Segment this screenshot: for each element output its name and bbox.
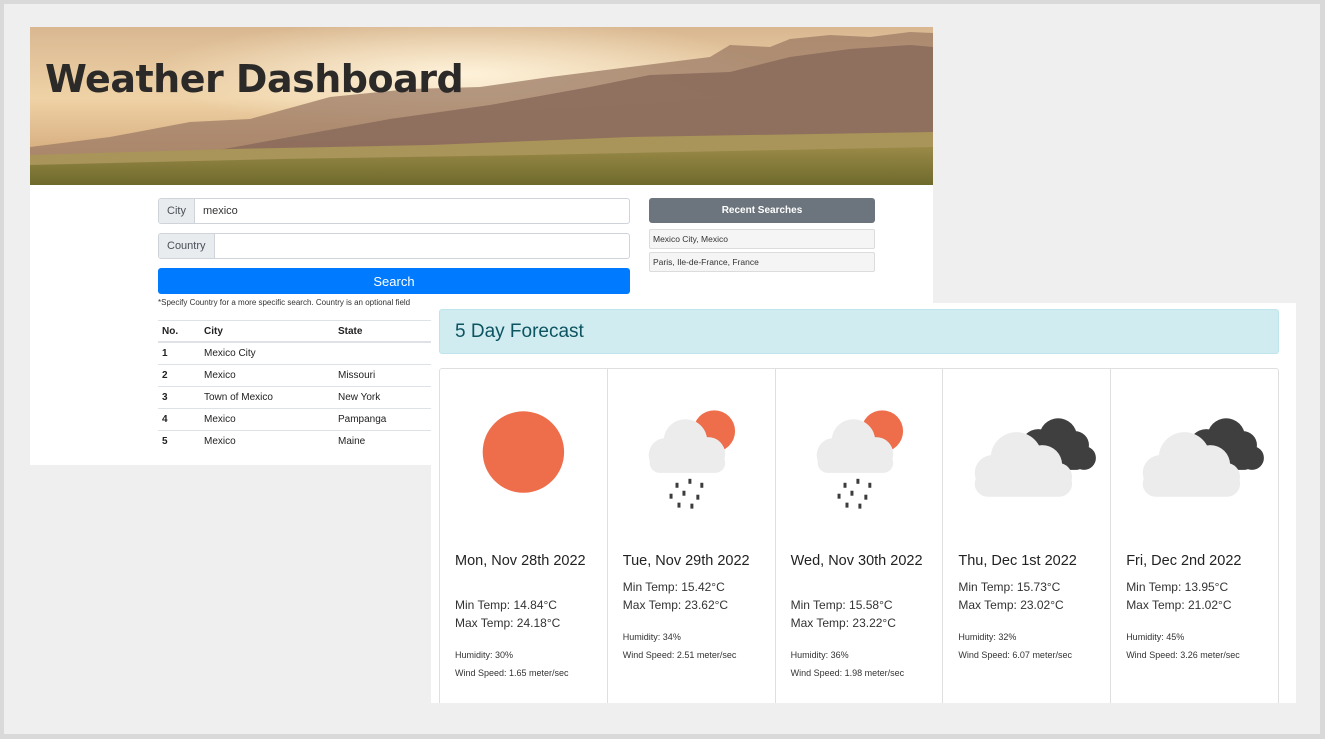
row-state: Missouri [334,364,428,387]
forecast-card: Wed, Nov 30th 2022 Min Temp: 15.58°C Max… [776,369,944,703]
page-title: Weather Dashboard [45,57,464,101]
row-number: 4 [158,408,200,431]
row-number: 5 [158,430,200,452]
forecast-details: Humidity: 36% Wind Speed: 1.98 meter/sec [791,646,905,682]
clouds-icon [975,418,1097,497]
wind-speed: Wind Speed: 3.26 meter/sec [1126,650,1240,660]
forecast-temps: Min Temp: 14.84°C Max Temp: 24.18°C [455,596,560,632]
forecast-temps: Min Temp: 13.95°C Max Temp: 21.02°C [1126,578,1231,614]
wind-speed: Wind Speed: 2.51 meter/sec [622,650,737,660]
max-temp: Max Temp: 21.02°C [1126,598,1232,612]
max-temp: Max Temp: 23.02°C [958,598,1064,612]
table-row[interactable]: 1 Mexico City M [158,341,445,365]
table-row[interactable]: 2 Mexico Missouri U [158,364,445,387]
min-temp: Min Temp: 14.84°C [455,598,557,612]
landscape-image [30,27,933,185]
country-input[interactable] [215,234,629,258]
min-temp: Min Temp: 15.58°C [790,598,893,612]
clouds-icon [1142,418,1265,497]
recent-search-item[interactable]: Paris, Ile-de-France, France [649,252,875,272]
row-state: New York [334,386,428,409]
hero-banner: Weather Dashboard [30,27,933,185]
row-state: Maine [334,430,428,452]
column-header: State [334,320,428,343]
row-city: Mexico City [200,341,334,365]
humidity: Humidity: 30% [455,650,514,660]
max-temp: Max Temp: 23.62°C [622,598,729,612]
table-row[interactable]: 5 Mexico Maine U [158,430,445,452]
city-label: City [159,199,195,223]
min-temp: Min Temp: 15.42°C [622,580,725,594]
country-label: Country [159,234,215,258]
rain-sun-icon [648,410,735,509]
forecast-card: Tue, Nov 29th 2022 Min Temp: 15.42°C Max… [608,369,776,703]
wind-speed: Wind Speed: 1.65 meter/sec [455,668,569,678]
forecast-details: Humidity: 32% Wind Speed: 6.07 meter/sec [958,628,1072,664]
humidity: Humidity: 45% [1126,632,1185,642]
min-temp: Min Temp: 15.73°C [958,580,1061,594]
row-state [334,341,428,365]
forecast-date: Thu, Dec 1st 2022 [958,553,1077,569]
country-input-group: Country [158,233,630,259]
forecast-details: Humidity: 34% Wind Speed: 2.51 meter/sec [623,628,737,664]
max-temp: Max Temp: 23.22°C [790,616,896,630]
forecast-date: Tue, Nov 29th 2022 [622,553,750,569]
column-header: No. [158,320,200,343]
forecast-date: Fri, Dec 2nd 2022 [1126,553,1242,569]
city-input-group: City mexico [158,198,630,224]
sun-icon [482,411,565,493]
forecast-card: Fri, Dec 2nd 2022 Min Temp: 13.95°C Max … [1111,369,1278,703]
search-button[interactable]: Search [158,268,630,294]
row-city: Town of Mexico [200,386,334,409]
recent-search-item[interactable]: Mexico City, Mexico [649,229,875,249]
forecast-details: Humidity: 30% Wind Speed: 1.65 meter/sec [455,646,569,682]
rain-sun-icon [816,410,903,509]
forecast-temps: Min Temp: 15.42°C Max Temp: 23.62°C [623,578,728,614]
max-temp: Max Temp: 24.18°C [455,616,561,630]
column-header: City [200,320,334,343]
forecast-header: 5 Day Forecast [439,309,1279,354]
wind-speed: Wind Speed: 6.07 meter/sec [958,650,1072,660]
forecast-date: Wed, Nov 30th 2022 [790,553,923,569]
recent-searches-header: Recent Searches [649,198,875,223]
forecast-cards: Mon, Nov 28th 2022 Min Temp: 14.84°C Max… [439,368,1279,703]
wind-speed: Wind Speed: 1.98 meter/sec [790,668,905,678]
table-header-row: No. City State C [158,320,445,343]
forecast-card: Thu, Dec 1st 2022 Min Temp: 15.73°C Max … [943,369,1112,703]
forecast-page: 5 Day Forecast Mon, Nov 28th 2022 Min Te… [431,303,1296,703]
forecast-date: Mon, Nov 28th 2022 [455,553,586,569]
row-number: 1 [158,341,200,365]
table-row[interactable]: 4 Mexico Pampanga P [158,408,445,431]
city-input[interactable]: mexico [195,199,629,223]
row-city: Mexico [200,430,334,452]
row-number: 3 [158,386,200,409]
city-results-table: No. City State C 1 Mexico City M 2 Mexic… [158,320,445,452]
row-state: Pampanga [334,408,428,431]
forecast-card: Mon, Nov 28th 2022 Min Temp: 14.84°C Max… [440,369,608,703]
forecast-temps: Min Temp: 15.58°C Max Temp: 23.22°C [791,596,896,632]
search-hint: *Specify Country for a more specific sea… [158,298,411,307]
humidity: Humidity: 34% [622,632,681,642]
recent-searches-list: Mexico City, Mexico Paris, Ile-de-France… [649,229,875,275]
humidity: Humidity: 32% [958,632,1017,642]
row-city: Mexico [200,408,334,431]
forecast-details: Humidity: 45% Wind Speed: 3.26 meter/sec [1126,628,1240,664]
min-temp: Min Temp: 13.95°C [1126,580,1229,594]
row-number: 2 [158,364,200,387]
forecast-temps: Min Temp: 15.73°C Max Temp: 23.02°C [958,578,1063,614]
table-row[interactable]: 3 Town of Mexico New York U [158,386,445,409]
row-city: Mexico [200,364,334,387]
humidity: Humidity: 36% [790,650,849,660]
